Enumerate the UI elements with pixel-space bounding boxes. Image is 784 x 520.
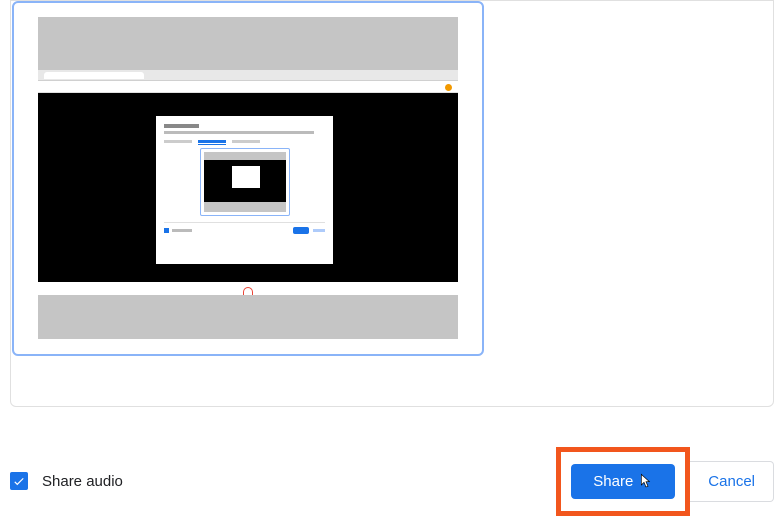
share-audio-option[interactable]: Share audio [10,472,123,490]
recursive-share-dialog [156,116,333,264]
share-audio-label: Share audio [42,473,123,490]
screen-thumbnail [38,17,458,339]
annotation-highlight-box: Share [556,447,690,516]
check-icon [12,474,26,488]
share-button[interactable]: Share [571,464,675,499]
dialog-footer: Share audio Share Cancel [10,452,774,510]
hangup-icon [243,287,253,295]
screen-preview-tile-selected[interactable] [12,1,484,356]
cursor-icon [639,473,653,489]
cancel-button-label: Cancel [708,473,755,490]
preview-panel [10,0,774,407]
share-button-label: Share [593,473,633,490]
cancel-button[interactable]: Cancel [690,461,774,502]
share-audio-checkbox[interactable] [10,472,28,490]
